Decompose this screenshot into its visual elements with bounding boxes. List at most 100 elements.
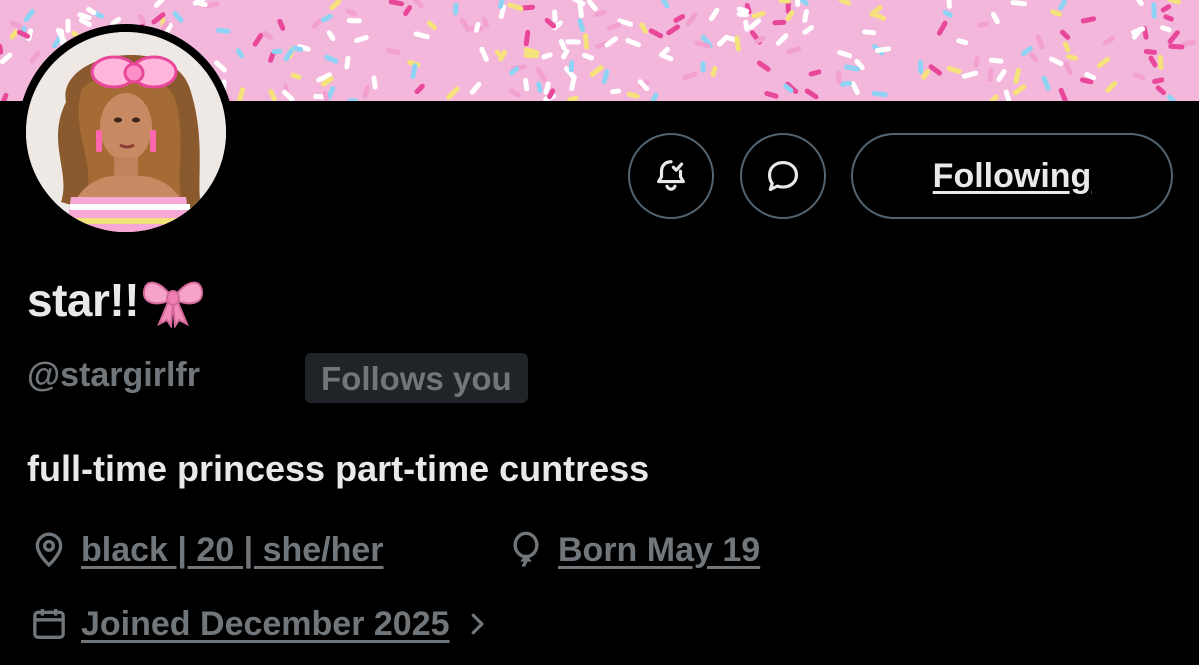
sprinkle xyxy=(77,12,92,21)
sprinkle xyxy=(535,67,547,83)
sprinkle xyxy=(694,40,711,49)
sprinkle xyxy=(946,65,962,74)
sprinkle xyxy=(523,47,540,55)
sprinkle xyxy=(523,29,531,47)
sprinkle xyxy=(725,35,738,43)
sprinkle xyxy=(625,38,641,48)
sprinkle xyxy=(9,20,23,29)
sprinkle xyxy=(1157,54,1164,70)
sprinkle xyxy=(1166,94,1177,101)
sprinkle xyxy=(561,48,570,60)
sprinkle xyxy=(802,25,814,35)
sprinkle xyxy=(252,32,264,47)
sprinkle xyxy=(1058,87,1068,101)
sprinkle xyxy=(577,2,584,19)
sprinkle xyxy=(354,35,369,43)
sprinkle xyxy=(544,17,557,29)
sprinkle xyxy=(1021,46,1033,56)
sprinkle xyxy=(371,75,378,90)
sprinkle xyxy=(577,18,586,33)
joined-text[interactable]: Joined December 2025 xyxy=(81,605,450,644)
sprinkle xyxy=(1010,0,1027,7)
sprinkle xyxy=(523,52,540,59)
sprinkle xyxy=(716,34,730,47)
sprinkle xyxy=(587,0,598,12)
sprinkle xyxy=(413,31,430,40)
sprinkle xyxy=(734,35,741,52)
sprinkle xyxy=(1066,54,1078,61)
sprinkle xyxy=(497,0,505,9)
sprinkle xyxy=(311,19,322,29)
sprinkle xyxy=(708,7,720,22)
sprinkle xyxy=(237,87,246,101)
sprinkle xyxy=(988,94,999,101)
sprinkle xyxy=(469,81,482,95)
sprinkle xyxy=(235,48,245,59)
sprinkle xyxy=(626,91,640,99)
sprinkle xyxy=(569,74,577,91)
sprinkle xyxy=(1013,67,1021,84)
sprinkle xyxy=(427,20,437,31)
sprinkle xyxy=(1168,43,1185,50)
birthday-text[interactable]: Born May 19 xyxy=(558,531,760,570)
sprinkle xyxy=(928,64,942,76)
sprinkle xyxy=(835,70,842,85)
sprinkle xyxy=(736,6,750,14)
sprinkle xyxy=(987,68,994,83)
sprinkle xyxy=(481,17,489,28)
sprinkle xyxy=(802,9,809,23)
sprinkle xyxy=(795,0,801,7)
sprinkle xyxy=(942,9,953,18)
sprinkle xyxy=(754,36,766,45)
birthday-item[interactable]: Born May 19 xyxy=(506,530,760,570)
sprinkle xyxy=(1035,34,1045,50)
sprinkle xyxy=(541,52,553,60)
avatar[interactable] xyxy=(26,32,226,232)
sprinkle xyxy=(743,19,750,32)
sprinkle xyxy=(0,92,9,101)
sprinkle xyxy=(804,88,819,100)
sprinkle xyxy=(29,50,41,64)
sprinkle xyxy=(23,9,35,23)
following-button[interactable]: Following xyxy=(851,133,1173,219)
sprinkle xyxy=(1059,29,1071,40)
sprinkle xyxy=(751,11,766,19)
sprinkle xyxy=(1029,52,1039,63)
sprinkle xyxy=(414,83,425,95)
sprinkle xyxy=(362,85,370,99)
sprinkle xyxy=(996,69,1007,82)
bio: full-time princess part-time cuntress xyxy=(27,448,650,489)
avatar-photo xyxy=(26,32,226,232)
sprinkle xyxy=(110,16,122,26)
sprinkle xyxy=(1166,0,1181,5)
sprinkle xyxy=(523,77,530,92)
joined-item[interactable]: Joined December 2025 xyxy=(29,604,492,644)
sprinkle xyxy=(410,63,418,79)
location-text[interactable]: black | 20 | she/her xyxy=(81,531,384,570)
sprinkle xyxy=(604,36,619,48)
sprinkle xyxy=(685,12,698,27)
sprinkle xyxy=(1062,41,1071,53)
sprinkle xyxy=(660,0,670,9)
sprinkle xyxy=(606,22,622,31)
sprinkle xyxy=(871,91,888,98)
sprinkle xyxy=(459,17,472,33)
sprinkle xyxy=(1084,72,1096,81)
sprinkle xyxy=(961,70,979,79)
sprinkle xyxy=(547,88,556,100)
sprinkle xyxy=(268,89,277,101)
message-icon xyxy=(767,160,799,192)
message-button[interactable] xyxy=(740,133,826,219)
sprinkle xyxy=(1143,49,1158,55)
sprinkle xyxy=(837,50,853,59)
sprinkle xyxy=(973,56,980,68)
sprinkle xyxy=(617,18,634,27)
sprinkle xyxy=(756,60,771,72)
sprinkle xyxy=(946,0,952,9)
sprinkle xyxy=(290,72,302,80)
sprinkle xyxy=(783,83,794,93)
location-item[interactable]: black | 20 | she/her xyxy=(29,530,384,570)
chevron-right-icon[interactable] xyxy=(462,609,492,639)
sprinkle xyxy=(268,51,276,63)
notifications-button[interactable] xyxy=(628,133,714,219)
